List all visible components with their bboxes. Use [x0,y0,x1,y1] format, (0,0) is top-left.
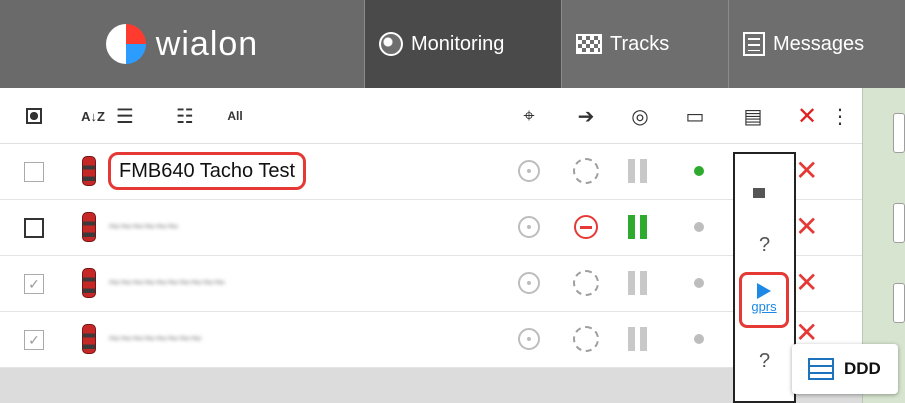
ddd-label: DDD [844,359,881,378]
gprs-label: gprs [751,299,777,314]
signal-icon: ◎ [631,105,649,128]
ddd-button[interactable]: DDD [792,344,898,394]
status-dot [694,334,704,344]
status-dot [694,278,704,288]
status-dot [694,222,704,232]
commands-popup: ? gprs ? [733,152,796,403]
report-column-button[interactable]: ▤ [740,102,766,130]
play-icon [757,283,771,299]
arrow-circle-icon: ➔ [577,105,595,128]
locate-column-button[interactable]: ⌖ [515,102,543,130]
tab-monitoring[interactable]: Monitoring [365,0,561,88]
kebab-menu-icon: ⋮ [830,105,850,128]
tab-monitoring-label: Monitoring [411,32,505,55]
crosshair-icon: ⌖ [523,104,535,127]
close-icon: ✕ [796,102,818,130]
clipboard-icon: ▤ [743,105,763,128]
unit-checkbox[interactable] [24,162,44,182]
wialon-logo-mark-icon [105,24,146,64]
signal-bars-icon [628,215,648,239]
signal-bars-icon [628,159,648,183]
car-icon [82,268,96,298]
checkered-flag-icon [576,34,602,54]
unit-name-obscured: ~~~~~~~~ [108,328,202,350]
tab-messages[interactable]: Messages [729,0,905,88]
map-control[interactable] [893,283,905,323]
direction-column-button[interactable]: ➔ [572,102,600,130]
add-all-button[interactable]: All [220,102,250,130]
locate-target-icon[interactable] [518,328,540,350]
gprs-command-button[interactable]: gprs [739,272,789,328]
globe-icon [379,32,403,56]
unit-name-obscured: ~~~~~~~~~~ [108,272,225,294]
car-icon [82,212,96,242]
unit-checkbox[interactable] [24,218,44,238]
locate-target-icon[interactable] [518,216,540,238]
sort-az-label: A↓Z [81,108,105,124]
signal-bars-icon [628,271,648,295]
motion-state-icon [573,326,599,352]
sort-az-button[interactable]: A↓Z [78,102,108,130]
status-dot [694,166,704,176]
select-all-checkbox[interactable] [24,102,44,130]
monitor-icon: ▭ [685,105,705,128]
signal-bars-icon [628,327,648,351]
locate-target-icon[interactable] [518,160,540,182]
add-all-label: All [227,109,243,123]
car-icon [82,324,96,354]
remove-unit-button[interactable]: ✕ [795,266,818,299]
logo-text: wialon [155,24,259,63]
document-icon [743,32,765,56]
unknown-command-item[interactable]: ? [735,234,794,257]
unit-checkbox[interactable]: ✓ [24,330,44,350]
map-control[interactable] [893,113,905,153]
motion-state-icon [573,270,599,296]
map-control[interactable] [893,203,905,243]
unit-checkbox[interactable]: ✓ [24,274,44,294]
locate-target-icon[interactable] [518,272,540,294]
wialon-logo[interactable]: wialon [0,0,364,88]
ddd-file-icon [808,358,834,380]
car-icon [82,156,96,186]
select-all-icon [26,108,42,124]
flag-icon[interactable] [753,188,765,198]
tab-tracks[interactable]: Tracks [562,0,728,88]
unit-name[interactable]: FMB640 Tacho Test [108,152,307,190]
remove-column-button[interactable]: ✕ [794,102,820,130]
list-view-button[interactable]: ☰ [112,102,138,130]
add-list-icon: ☷ [176,105,194,128]
tab-tracks-label: Tracks [610,32,670,55]
add-units-button[interactable]: ☷ [172,102,198,130]
connection-column-button[interactable]: ◎ [626,102,654,130]
top-bar: wialon Monitoring Tracks Messages [0,0,905,88]
unit-name-obscured: ~~~~~~ [108,216,179,238]
monitor-column-button[interactable]: ▭ [680,102,710,130]
list-icon: ☰ [116,105,134,128]
motion-state-icon [573,158,599,184]
tab-messages-label: Messages [773,32,865,55]
unknown-command-item[interactable]: ? [735,350,794,373]
remove-unit-button[interactable]: ✕ [795,154,818,187]
more-options-button[interactable]: ⋮ [830,102,850,130]
monitoring-toolbar: A↓Z ☰ ☷ All ⌖ ➔ ◎ ▭ ▤ ✕ ⋮ [0,88,862,144]
stop-state-icon [574,215,598,239]
remove-unit-button[interactable]: ✕ [795,210,818,243]
